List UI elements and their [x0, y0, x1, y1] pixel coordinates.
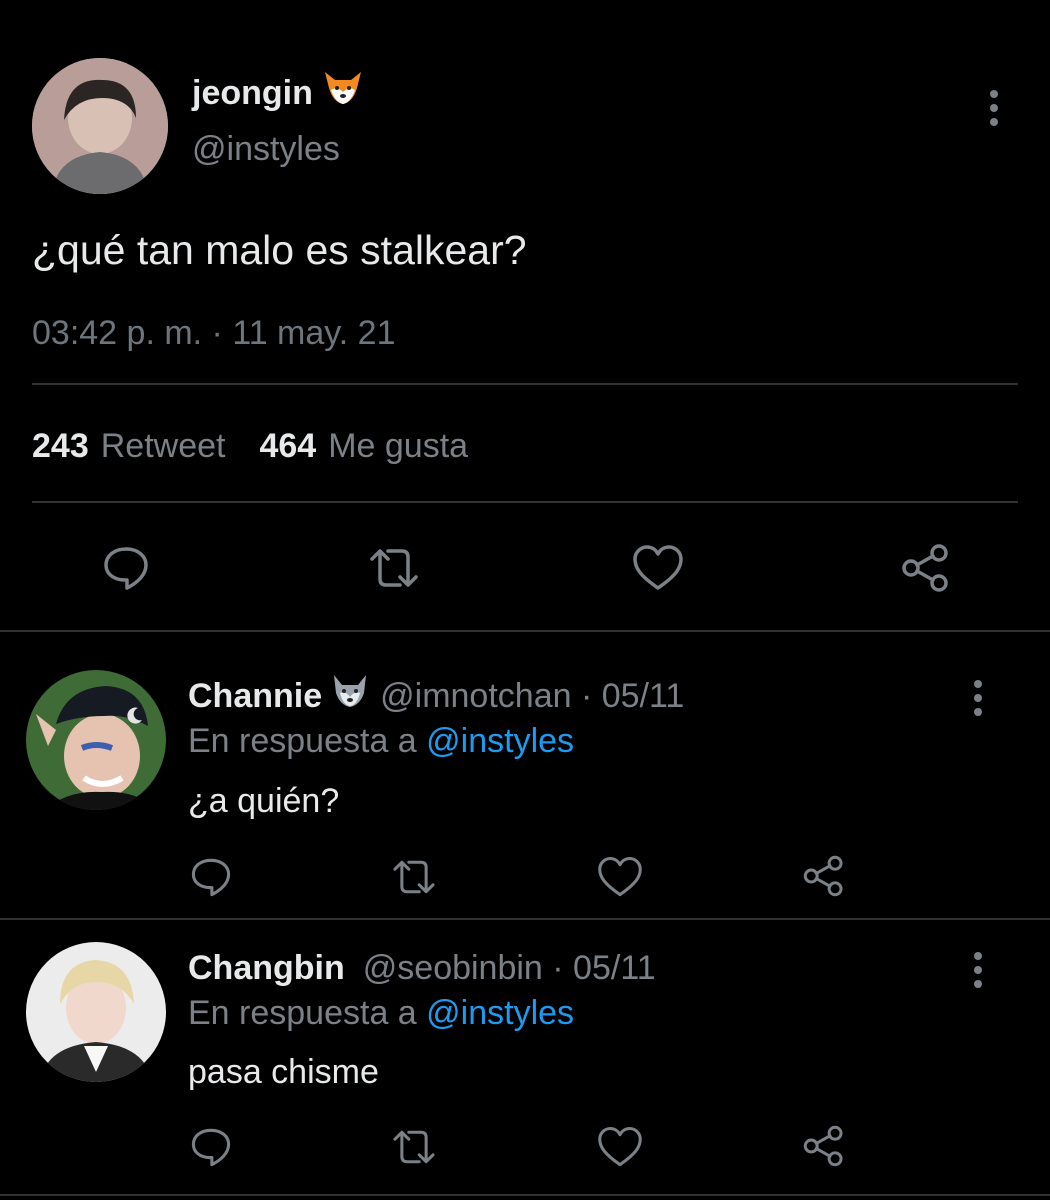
divider	[32, 501, 1018, 503]
wolf-emoji-icon	[330, 673, 370, 719]
retweet-icon[interactable]	[364, 542, 424, 594]
main-tweet: jeongin @instyles ¿qué tan malo es stalk…	[0, 0, 1050, 632]
reply-handle-date[interactable]: @seobinbin · 05/11	[363, 947, 656, 989]
author-name[interactable]: jeongin	[192, 70, 363, 116]
share-icon[interactable]	[898, 540, 954, 596]
reply-mention-link[interactable]: @instyles	[426, 722, 574, 760]
more-options-icon[interactable]	[988, 90, 1000, 126]
reply-text: pasa chisme	[188, 1053, 379, 1091]
retweets-label: Retweet	[100, 427, 226, 465]
reply-icon[interactable]	[100, 542, 152, 594]
reply-header: Channie @imnotchan · 05/11	[188, 673, 684, 719]
reply-mention-link[interactable]: @instyles	[426, 994, 574, 1032]
likes-count: 464	[259, 427, 317, 465]
more-options-icon[interactable]	[972, 952, 984, 988]
tweet-text: ¿qué tan malo es stalkear?	[32, 227, 527, 273]
reply-context: En respuesta a @instyles	[188, 720, 574, 762]
retweet-icon[interactable]	[388, 854, 440, 900]
fox-emoji-icon	[323, 70, 363, 116]
like-icon[interactable]	[596, 1124, 644, 1170]
reply-author-name[interactable]: Changbin	[188, 947, 345, 989]
reply-context-prefix: En respuesta a	[188, 722, 417, 760]
divider	[32, 383, 1018, 385]
reply-icon[interactable]	[188, 1124, 234, 1170]
reply-author-name[interactable]: Channie	[188, 675, 322, 717]
tweet-timestamp[interactable]: 03:42 p. m. · 11 may. 21	[32, 312, 395, 354]
retweets-stat[interactable]: 243 Retweet	[32, 425, 225, 467]
tweet-stats: 243 Retweet 464 Me gusta	[32, 425, 502, 467]
reply-context-prefix: En respuesta a	[188, 994, 417, 1032]
like-icon[interactable]	[596, 854, 644, 900]
share-icon[interactable]	[800, 1122, 848, 1170]
avatar[interactable]	[26, 942, 166, 1082]
share-icon[interactable]	[800, 852, 848, 900]
author-display-name: jeongin	[192, 74, 313, 112]
reply-icon[interactable]	[188, 854, 234, 900]
author-handle[interactable]: @instyles	[192, 128, 340, 170]
avatar[interactable]	[32, 58, 168, 194]
likes-stat[interactable]: 464 Me gusta	[259, 425, 468, 467]
reply-text: ¿a quién?	[188, 782, 340, 820]
retweets-count: 243	[32, 427, 89, 465]
reply-handle-date[interactable]: @imnotchan · 05/11	[380, 675, 684, 717]
more-options-icon[interactable]	[972, 680, 984, 716]
reply-tweet[interactable]: Channie @imnotchan · 05/11 En respuesta …	[0, 632, 1050, 920]
avatar[interactable]	[26, 670, 166, 810]
reply-header: Changbin @seobinbin · 05/11	[188, 947, 656, 989]
likes-label: Me gusta	[328, 427, 469, 465]
reply-tweet[interactable]: Changbin @seobinbin · 05/11 En respuesta…	[0, 920, 1050, 1200]
retweet-icon[interactable]	[388, 1124, 440, 1170]
reply-context: En respuesta a @instyles	[188, 992, 574, 1034]
divider	[0, 1194, 1050, 1196]
like-icon[interactable]	[630, 542, 686, 594]
